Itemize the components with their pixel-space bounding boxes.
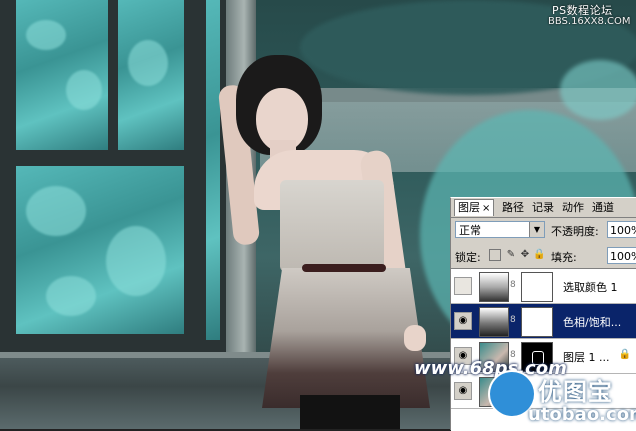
layer-mask[interactable] [521, 307, 553, 337]
fill-field[interactable]: 100% [607, 247, 636, 264]
link-icon: 8 [510, 280, 516, 290]
window-pane-top-right [118, 0, 184, 150]
watermark-logo-url: utobao.com [528, 404, 636, 425]
watermark-logo-text: 优图宝 [538, 378, 613, 406]
lock-icon: 🔒 [618, 349, 631, 360]
layer-row[interactable]: ◉ 8 色相/饱和... [451, 304, 636, 339]
layer-name: 色相/饱和... [563, 316, 622, 329]
visibility-toggle[interactable] [454, 277, 472, 295]
watermark-forum-url: BBS.16XX8.COM [548, 16, 631, 27]
opacity-label: 不透明度: [551, 225, 599, 238]
window-pane-top-left [16, 0, 108, 150]
tab-paths[interactable]: 路径 [499, 200, 527, 216]
hue-saturation-icon [479, 307, 509, 337]
panel-tabs: 图层 × 路径 记录 动作 通道 [451, 198, 636, 218]
tab-history[interactable]: 记录 [529, 200, 557, 216]
window-pane-narrow [206, 0, 220, 340]
lock-label: 锁定: [455, 251, 481, 264]
move-icon[interactable]: ✥ [519, 249, 531, 261]
layer-name: 选取颜色 1 [563, 281, 618, 294]
lock-transparent-icon[interactable] [489, 249, 501, 261]
layer-row[interactable]: 8 选取颜色 1 [451, 269, 636, 304]
tab-channels[interactable]: 通道 [589, 200, 617, 216]
eye-icon[interactable]: ◉ [454, 382, 472, 400]
model-legs [300, 395, 400, 429]
layer-mask[interactable] [521, 272, 553, 302]
window-pane-bottom [16, 166, 184, 334]
model-hand [404, 325, 426, 351]
foliage-top-right [560, 60, 636, 120]
tab-layers-label: 图层 [458, 201, 480, 214]
model-dress-top [280, 180, 384, 272]
adjustment-icon [479, 272, 509, 302]
blend-mode-value: 正常 [459, 224, 481, 237]
opacity-field[interactable]: 100% [607, 221, 636, 238]
lock-row: 锁定: ✎ ✥ 🔒 填充: 100% [455, 247, 636, 267]
tab-layers[interactable]: 图层 × [454, 199, 495, 216]
model-belt [302, 264, 386, 272]
link-icon: 8 [510, 315, 516, 325]
eye-icon[interactable]: ◉ [454, 312, 472, 330]
layer-name: 图层 1 ... [563, 351, 610, 364]
blend-mode-select[interactable]: 正常 ▼ [455, 221, 545, 238]
blend-row: 正常 ▼ 不透明度: 100% [455, 221, 636, 241]
lock-icon[interactable]: 🔒 [533, 249, 545, 261]
brush-icon[interactable]: ✎ [505, 249, 517, 261]
tab-actions[interactable]: 动作 [559, 200, 587, 216]
chevron-down-icon[interactable]: ▼ [529, 222, 544, 237]
fill-label: 填充: [551, 251, 577, 264]
close-icon[interactable]: × [482, 203, 490, 214]
